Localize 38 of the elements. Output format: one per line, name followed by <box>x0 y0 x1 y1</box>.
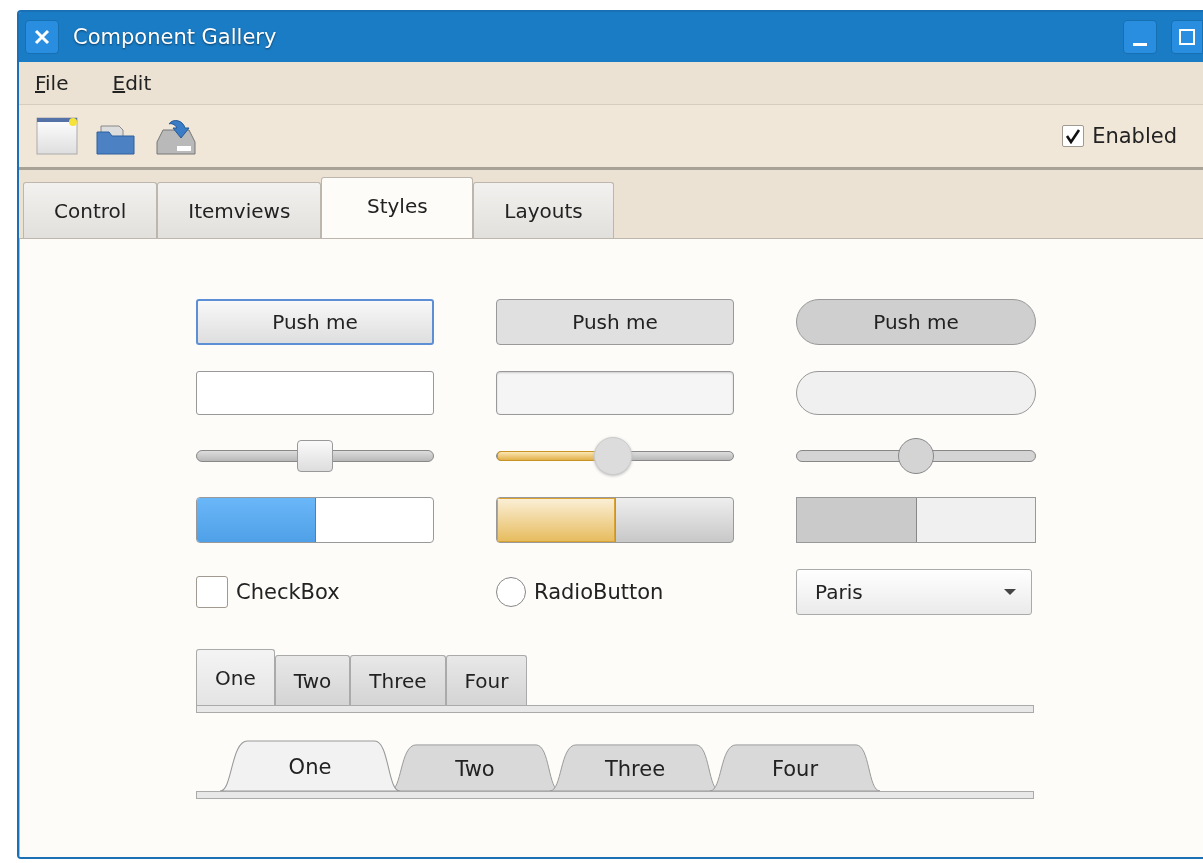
radio-button[interactable]: RadioButton <box>496 577 734 607</box>
slider-handle[interactable] <box>593 437 632 475</box>
close-button[interactable] <box>25 20 59 54</box>
tab[interactable]: Styles <box>321 177 474 239</box>
slider-handle[interactable] <box>898 438 934 474</box>
tab[interactable]: Itemviews <box>157 182 322 238</box>
tab[interactable]: One <box>196 649 275 705</box>
tab[interactable]: Four <box>445 655 528 705</box>
radio-label: RadioButton <box>534 580 664 604</box>
minimize-icon <box>1133 42 1147 46</box>
tab[interactable]: Layouts <box>473 182 614 238</box>
enabled-label: Enabled <box>1092 124 1177 148</box>
text-field[interactable] <box>196 371 434 415</box>
menu-item[interactable]: File <box>35 71 69 95</box>
window-title: Component Gallery <box>73 25 278 49</box>
enabled-checkbox[interactable]: Enabled <box>1062 124 1177 148</box>
check-icon <box>1065 128 1082 144</box>
text-field[interactable] <box>496 371 734 415</box>
slider-handle[interactable] <box>297 440 333 472</box>
tab[interactable]: Four <box>710 743 880 791</box>
tab[interactable]: One <box>220 739 400 791</box>
text-field[interactable] <box>796 371 1036 415</box>
maximize-button[interactable] <box>1171 20 1203 54</box>
tab[interactable]: Control <box>23 182 158 238</box>
checkbox-label: CheckBox <box>236 580 340 604</box>
close-icon <box>33 28 51 46</box>
menu-item[interactable]: Edit <box>112 71 152 95</box>
tab[interactable]: Three <box>350 655 446 705</box>
push-button[interactable]: Push me <box>496 299 734 345</box>
push-button[interactable]: Push me <box>196 299 434 345</box>
city-dropdown[interactable]: Paris <box>796 569 1032 615</box>
caret-icon <box>1003 588 1017 596</box>
maximize-icon <box>1178 28 1196 46</box>
new-window-icon[interactable] <box>35 116 79 156</box>
checkbox[interactable]: CheckBox <box>196 576 434 608</box>
push-button[interactable]: Push me <box>796 299 1036 345</box>
minimize-button[interactable] <box>1123 20 1157 54</box>
tab[interactable]: Two <box>274 655 351 705</box>
